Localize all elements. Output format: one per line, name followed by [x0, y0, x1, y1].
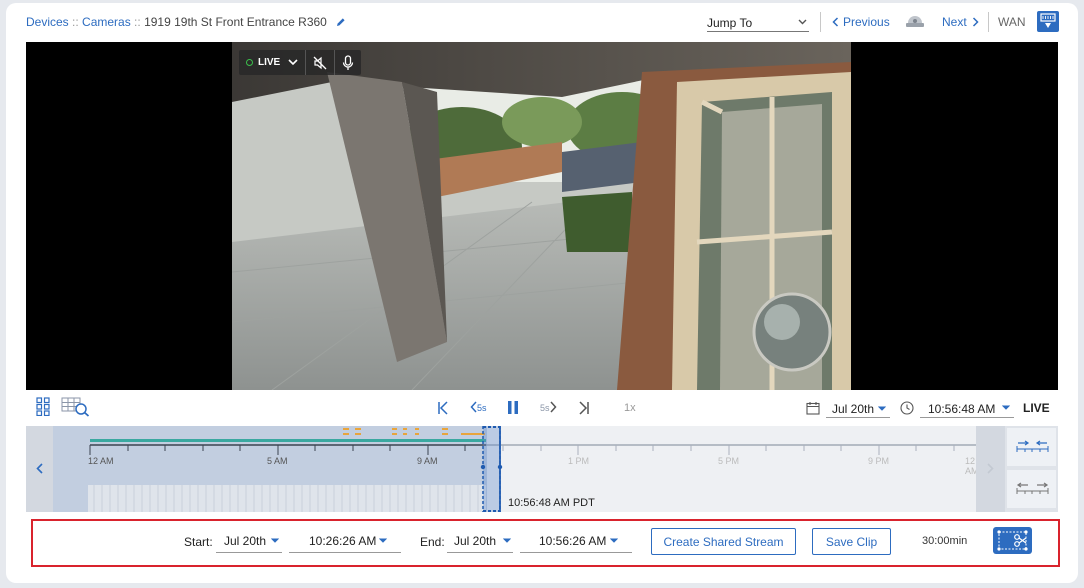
zoom-in-icon: [1016, 440, 1049, 452]
create-shared-stream-button[interactable]: Create Shared Stream: [651, 528, 796, 555]
chevron-down-icon: [798, 19, 807, 25]
end-time-value: 10:56:26 AM: [539, 534, 607, 548]
mute-button[interactable]: [306, 50, 336, 75]
live-controls: LIVE: [239, 50, 362, 75]
dome-camera-icon: [906, 16, 924, 27]
start-date-value: Jul 20th: [224, 534, 267, 548]
rewind-label: 5s: [477, 403, 487, 413]
time-select[interactable]: 10:56:48 AM: [920, 397, 1014, 418]
playback-speed[interactable]: 1x: [624, 402, 636, 414]
ethernet-icon: [1040, 13, 1056, 28]
previous-label: Previous: [843, 15, 890, 29]
previous-camera-button[interactable]: Previous: [832, 15, 890, 29]
chevron-down-icon: [610, 538, 618, 543]
divider: [988, 12, 989, 32]
chevron-right-icon: [972, 17, 979, 27]
next-label: Next: [942, 15, 967, 29]
chevron-left-icon: [36, 463, 43, 474]
playback-controls: 5s 5s 1x Jul 20th 10:56:48 AM LIVE: [26, 391, 1058, 425]
zoom-in-button[interactable]: [1007, 428, 1056, 466]
chevron-right-icon: [549, 401, 557, 413]
skip-to-start-icon[interactable]: [437, 401, 449, 415]
motion-bar: [90, 439, 486, 442]
chevron-left-icon: [470, 401, 477, 413]
live-toggle[interactable]: LIVE: [239, 50, 307, 75]
divider: [820, 12, 821, 32]
timeline-tick-label: 5 AM: [267, 456, 288, 466]
timeline-tick-label: 12 AM: [88, 456, 114, 466]
zoom-out-button[interactable]: [1007, 470, 1056, 508]
breadcrumb-devices-link[interactable]: Devices: [26, 15, 69, 29]
camera-feed-image: [232, 42, 851, 390]
save-clip-button[interactable]: Save Clip: [812, 528, 891, 555]
timeline-tick-label: 5 PM: [718, 456, 740, 466]
network-label: WAN: [998, 15, 1026, 29]
live-status[interactable]: LIVE: [1023, 401, 1050, 415]
end-date-value: Jul 20th: [454, 534, 497, 548]
timeline-track[interactable]: 12 AM 5 AM 9 AM 1 PM 5 PM 9 PM 12 AM 10:…: [53, 426, 979, 512]
breadcrumb-separator: ::: [130, 15, 145, 29]
microphone-icon: [343, 54, 354, 70]
breadcrumb: Devices :: Cameras :: 1919 19th St Front…: [26, 15, 346, 29]
date-select[interactable]: Jul 20th: [826, 397, 890, 418]
breadcrumb-cameras-link[interactable]: Cameras: [82, 15, 131, 29]
clip-export-bar: Start: Jul 20th 10:26:26 AM End: Jul 20t…: [31, 519, 1060, 567]
event-marks: [343, 428, 485, 435]
grid-view-icon[interactable]: [36, 397, 50, 416]
calendar-icon: [806, 402, 820, 415]
timeline-tick-label: 9 AM: [417, 456, 438, 466]
timeline-playhead: [480, 426, 503, 512]
rewind-5s-button[interactable]: 5s: [470, 401, 487, 413]
forward-5s-button[interactable]: 5s: [540, 401, 557, 413]
chevron-right-icon: [987, 463, 994, 474]
chevron-down-icon: [288, 59, 298, 66]
chevron-down-icon: [271, 538, 279, 543]
microphone-button[interactable]: [335, 50, 361, 75]
skip-to-end-icon[interactable]: [578, 401, 590, 415]
breadcrumb-separator: ::: [68, 15, 83, 29]
network-port-icon[interactable]: [1037, 11, 1059, 32]
timeline[interactable]: 12 AM 5 AM 9 AM 1 PM 5 PM 9 PM 12 AM 10:…: [26, 426, 1058, 512]
zoom-out-icon: [1016, 482, 1049, 494]
chevron-down-icon: [878, 406, 886, 411]
video-player[interactable]: LIVE: [26, 42, 1058, 390]
pause-icon[interactable]: [507, 400, 519, 415]
timeline-scroll-right[interactable]: [976, 426, 1005, 512]
start-label: Start:: [184, 535, 213, 549]
end-time-select[interactable]: 10:56:26 AM: [520, 531, 632, 553]
jump-to-select[interactable]: Jump To: [707, 13, 809, 32]
chevron-down-icon: [503, 538, 511, 543]
timeline-zoom-controls: [1005, 426, 1058, 512]
start-date-select[interactable]: Jul 20th: [216, 531, 282, 553]
top-bar: Devices :: Cameras :: 1919 19th St Front…: [26, 8, 1060, 36]
start-time-value: 10:26:26 AM: [309, 534, 377, 548]
chevron-down-icon: [379, 538, 387, 543]
chevron-left-icon: [832, 17, 839, 27]
forward-label: 5s: [540, 403, 550, 413]
timeline-scroll-left[interactable]: [26, 426, 53, 512]
timeline-current-time: 10:56:48 AM PDT: [508, 497, 595, 509]
zoom-search-icon[interactable]: [61, 397, 90, 417]
jump-to-label: Jump To: [707, 16, 753, 30]
camera-name: 1919 19th St Front Entrance R360: [144, 15, 327, 29]
timeline-tick-label: 1 PM: [568, 456, 590, 466]
clip-scissors-button[interactable]: [993, 527, 1032, 554]
speaker-muted-icon: [313, 56, 327, 69]
time-value: 10:56:48 AM: [928, 402, 996, 416]
edit-pencil-icon[interactable]: [336, 17, 346, 27]
start-time-select[interactable]: 10:26:26 AM: [289, 531, 401, 553]
timeline-tick-label: 9 PM: [868, 456, 890, 466]
clip-duration: 30:00min: [922, 535, 968, 547]
end-label: End:: [420, 535, 445, 549]
live-indicator-icon: [246, 59, 253, 66]
next-camera-button[interactable]: Next: [942, 15, 979, 29]
end-date-select[interactable]: Jul 20th: [447, 531, 513, 553]
clock-icon: [900, 401, 914, 415]
scissors-icon: [997, 530, 1028, 551]
live-label: LIVE: [258, 57, 281, 68]
chevron-down-icon: [1002, 405, 1010, 410]
date-value: Jul 20th: [832, 402, 875, 416]
